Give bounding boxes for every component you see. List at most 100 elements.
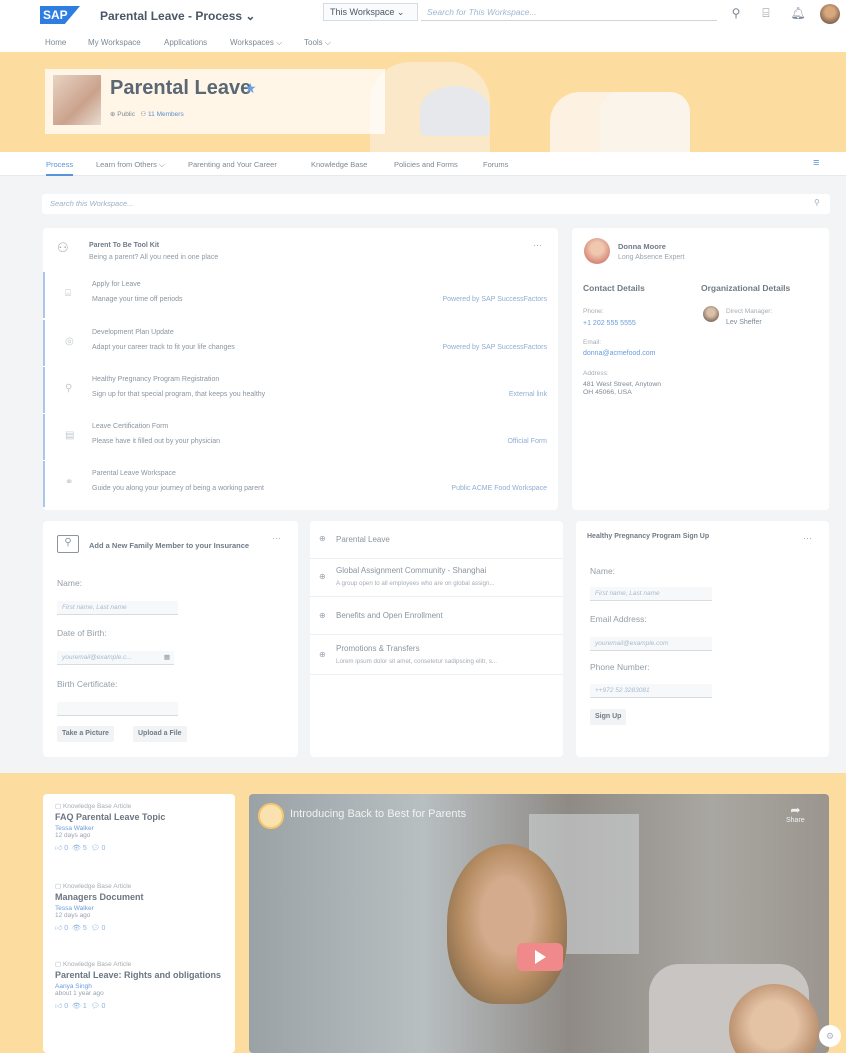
list-item-title: Promotions & Transfers [336, 644, 420, 653]
family-insurance-card: ⚲ Add a New Family Member to your Insura… [43, 521, 298, 757]
kb-article-date: 12 days ago [55, 832, 91, 839]
toolkit-item-source[interactable]: Official Form [507, 438, 547, 445]
video-title[interactable]: Introducing Back to Best for Parents [290, 808, 466, 820]
members-icon: ⚇ [140, 111, 147, 118]
play-button[interactable] [517, 943, 563, 971]
search-icon[interactable]: ⚲ [728, 5, 744, 21]
family-card-title: Add a New Family Member to your Insuranc… [89, 541, 250, 550]
kb-article-title[interactable]: FAQ Parental Leave Topic [55, 812, 230, 823]
kb-article[interactable]: ▢ Knowledge Base Article Parental Leave:… [55, 960, 230, 1010]
list-item-desc: A group open to all employees who are on… [336, 580, 495, 587]
settings-icon[interactable]: ⚙ [819, 1025, 841, 1047]
name-label: Name: [57, 578, 83, 588]
family-name-input[interactable]: First name, Last name [57, 601, 178, 615]
global-search-input[interactable]: Search for This Workspace... [421, 3, 717, 21]
email-link[interactable]: donna@acmefood.com [583, 350, 655, 357]
nav-my-workspace[interactable]: My Workspace [88, 38, 141, 47]
list-item[interactable]: ⊕ Parental Leave [310, 521, 563, 559]
toolkit-item-development-plan[interactable]: ◎ Development Plan Update Adapt your car… [43, 320, 555, 366]
tab-process[interactable]: Process [46, 160, 74, 176]
user-avatar[interactable] [820, 4, 840, 24]
search-scope-select[interactable]: This Workspace ⌄ [323, 3, 418, 21]
person-icon: ⚲ [65, 383, 73, 394]
toolkit-item-pregnancy-program[interactable]: ⚲ Healthy Pregnancy Program Registration… [43, 367, 555, 413]
kb-article[interactable]: ▢ Knowledge Base Article Managers Docume… [55, 882, 230, 932]
contact-name[interactable]: Donna Moore [618, 242, 666, 251]
tab-learn-from-others[interactable]: Learn from Others ⌵ [96, 160, 165, 170]
kb-article-title[interactable]: Managers Document [55, 892, 230, 903]
star-icon[interactable]: ★ [244, 80, 257, 97]
kb-article-author[interactable]: Tessa Walker [55, 825, 230, 832]
bell-icon[interactable]: 🔔︎ [790, 5, 806, 21]
globe-icon: ⊕ [319, 534, 326, 543]
workspace-search-input[interactable]: Search this Workspace... [42, 194, 830, 214]
phone-link[interactable]: +1 202 555 5555 [583, 320, 636, 327]
toolkit-item-source[interactable]: Public ACME Food Workspace [451, 485, 547, 492]
document-icon: ▢ [55, 961, 62, 968]
kb-article-stats: 👍︎ 0 👁︎ 1 💬︎ 0 [55, 1003, 106, 1010]
search-icon[interactable]: ⚲ [814, 198, 820, 207]
document-icon: ▢ [55, 803, 62, 810]
signup-name-input[interactable]: First name, Last name [590, 587, 712, 601]
list-item-desc: Lorem ipsum dolor sit amet, consetetur s… [336, 658, 497, 665]
birth-cert-input[interactable] [57, 702, 178, 716]
kb-article-author[interactable]: Aanya Singh [55, 983, 230, 990]
manager-label: Direct Manager: [726, 308, 773, 315]
contact-details-heading: Contact Details [583, 283, 645, 293]
dob-input[interactable]: youremail@example.c... ▦ [57, 651, 174, 665]
toolkit-item-apply-leave[interactable]: ⌸ Apply for Leave Manage your time off p… [43, 272, 555, 318]
toolkit-item-desc: Please have it filled out by your physic… [92, 438, 221, 445]
tab-parenting-career[interactable]: Parenting and Your Career [188, 160, 277, 169]
document-icon: ▤ [65, 430, 75, 441]
list-item[interactable]: ⊕ Benefits and Open Enrollment [310, 597, 563, 635]
kb-article-date: 12 days ago [55, 912, 91, 919]
manager-name[interactable]: Lev Sheffer [726, 319, 762, 326]
tab-forums[interactable]: Forums [483, 160, 508, 169]
kb-article-title[interactable]: Parental Leave: Rights and obligations [55, 970, 230, 981]
signup-phone-input[interactable]: ++972 52 3283081 [590, 684, 712, 698]
banner-hat [420, 86, 490, 136]
people-icon: ⚇ [57, 240, 69, 255]
toolkit-item-parental-workspace[interactable]: ⚭ Parental Leave Workspace Guide you alo… [43, 461, 555, 507]
list-item-title: Parental Leave [336, 535, 390, 544]
upload-file-button[interactable]: Upload a File [133, 726, 187, 742]
calendar-icon[interactable]: ▦ [164, 651, 170, 665]
dob-placeholder: youremail@example.c... [62, 654, 132, 661]
channel-logo [258, 803, 284, 829]
kb-article-author[interactable]: Tessa Walker [55, 905, 230, 912]
toolkit-item-source[interactable]: External link [509, 391, 547, 398]
manager-avatar [703, 306, 719, 322]
more-icon[interactable]: ··· [272, 533, 281, 543]
address-line-1: 481 West Street, Anytown [583, 381, 662, 388]
kb-article-kind: ▢ Knowledge Base Article [55, 960, 230, 968]
video-player[interactable] [249, 794, 829, 1053]
menu-icon[interactable]: ≡ [813, 157, 819, 169]
workspace-meta: ⊕ Public ⚇ 11 Members [110, 110, 184, 118]
tab-knowledge-base[interactable]: Knowledge Base [311, 160, 367, 169]
toolkit-item-title: Development Plan Update [92, 329, 174, 336]
nav-workspaces[interactable]: Workspaces ⌵ [230, 38, 282, 48]
toolkit-item-source[interactable]: Powered by SAP SuccessFactors [442, 344, 547, 351]
email-label: Email Address: [590, 614, 647, 624]
nav-applications[interactable]: Applications [164, 38, 207, 47]
main-nav: Home My Workspace Applications Workspace… [0, 32, 846, 52]
list-item[interactable]: ⊕ Promotions & Transfers Lorem ipsum dol… [310, 635, 563, 675]
list-item[interactable]: ⊕ Global Assignment Community - Shanghai… [310, 559, 563, 597]
nav-tools[interactable]: Tools ⌵ [304, 38, 331, 48]
more-icon[interactable]: ··· [533, 240, 542, 250]
kb-article[interactable]: ▢ Knowledge Base Article FAQ Parental Le… [55, 802, 230, 852]
take-picture-button[interactable]: Take a Picture [57, 726, 114, 742]
signup-email-input[interactable]: youremail@example.com [590, 637, 712, 651]
toolkit-item-source[interactable]: Powered by SAP SuccessFactors [442, 296, 547, 303]
globe-icon: ⊕ [110, 111, 116, 118]
toolkit-item-leave-certification[interactable]: ▤ Leave Certification Form Please have i… [43, 414, 555, 460]
inbox-icon[interactable]: ⌸ [758, 5, 774, 21]
workspace-icon: ⚭ [65, 477, 74, 488]
nav-home[interactable]: Home [45, 38, 66, 47]
tab-policies-forms[interactable]: Policies and Forms [394, 160, 458, 169]
more-icon[interactable]: ··· [803, 533, 812, 543]
share-button[interactable]: ➦ Share [786, 803, 805, 824]
members-link[interactable]: 11 Members [148, 111, 184, 118]
sign-up-button[interactable]: Sign Up [590, 709, 627, 725]
app-title-menu[interactable]: Parental Leave - Process ⌄ [100, 9, 255, 23]
